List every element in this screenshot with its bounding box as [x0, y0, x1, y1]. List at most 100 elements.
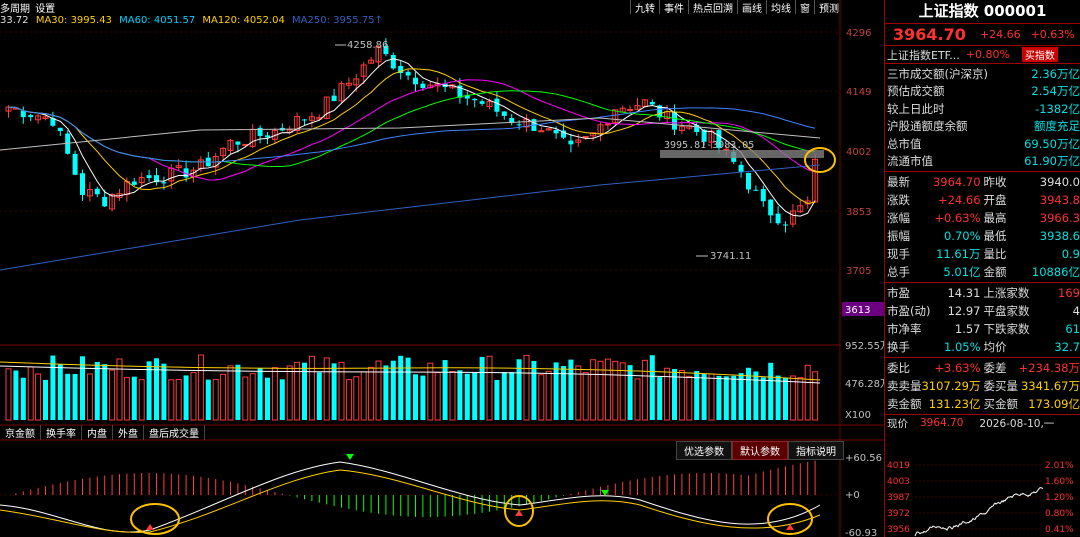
quote-value: 3938.6 — [1039, 229, 1080, 243]
quote-value: 1.57 — [954, 322, 981, 336]
volume-bar — [20, 377, 26, 420]
quote-value: 0.9 — [1061, 247, 1080, 261]
high-annotation: 4258.86 — [347, 40, 388, 51]
etf-label[interactable]: 上证指数ETF... — [887, 47, 960, 63]
volume-bar — [509, 372, 515, 420]
quote-value: 169 — [1058, 286, 1080, 300]
volume-bar — [368, 366, 375, 421]
chart-toolbar: 九转 事件 热点回溯 画线 均线 窗 预测 — [630, 0, 843, 15]
candle-body — [265, 135, 270, 138]
volume-bar — [582, 372, 589, 421]
candle-body — [760, 189, 766, 202]
volume-bar — [716, 375, 722, 420]
macd-axis-label: +0 — [845, 490, 860, 501]
mini-left-axis-label: 3972 — [887, 509, 910, 519]
quote-value: 3107.29万 — [921, 379, 981, 393]
vol-tab-afterhours[interactable]: 盘后成交量 — [144, 425, 205, 440]
candle-body — [72, 153, 78, 175]
quote-row: 总手 5.01亿 金额 10886亿 — [885, 263, 1080, 281]
toolbar-hotspot[interactable]: 热点回溯 — [688, 0, 737, 15]
intraday-mini-chart[interactable]: 4019 4003 3987 3972 3956 2.01% 1.60% 1.20% 0.80%… — [885, 456, 1080, 537]
mini-right-axis-label: 1.20% — [1045, 493, 1074, 503]
settings-tab[interactable]: 设置 — [35, 4, 55, 15]
volume-axis-label: X100 — [845, 410, 871, 421]
quote-row: 委比 +3.63% 委差 +234.38万 — [885, 359, 1080, 377]
candle-body — [413, 77, 418, 85]
volume-bar — [472, 372, 478, 420]
price-change-pct: +0.63% — [1030, 28, 1075, 41]
candle-body — [753, 189, 759, 191]
volume-bar — [175, 379, 182, 421]
candle-body — [494, 98, 500, 112]
volume-bar — [789, 375, 796, 421]
toolbar-events[interactable]: 事件 — [659, 0, 688, 15]
macd-tab-default[interactable]: 默认参数 — [732, 441, 788, 460]
macd-tab-optimized[interactable]: 优选参数 — [676, 441, 732, 460]
quote-value: 3964.70 — [932, 175, 981, 189]
quote-row: 卖卖量 3107.29万 委买量 3341.67万 — [885, 377, 1080, 395]
volume-bar — [168, 379, 175, 421]
volume-bar — [641, 359, 648, 421]
etf-change-pct: +0.80% — [965, 48, 1010, 61]
mini-date: 2026-08-10,一 — [979, 417, 1055, 430]
quote-label: 最低 — [983, 229, 1007, 243]
volume-bar — [531, 360, 537, 420]
candle-body — [131, 181, 137, 185]
quote-row: 市净率 1.57 下跌家数 61 — [885, 320, 1080, 338]
toolbar-predict[interactable]: 预测 — [814, 0, 843, 15]
quote-label: 委差 — [983, 361, 1007, 375]
vol-tab-turnover[interactable]: 换手率 — [41, 425, 82, 440]
volume-bar — [523, 354, 530, 421]
multi-period-tab[interactable]: 多周期 — [0, 4, 30, 15]
quote-value: 131.23亿 — [928, 397, 981, 411]
quote-value: 4 — [1072, 304, 1080, 318]
quote-row: 最新 3964.70 昨收 3940.0 — [885, 173, 1080, 191]
volume-bar — [316, 372, 322, 420]
gap-annotation: 3995.81-3983.05 — [664, 140, 754, 151]
vol-tab-inner[interactable]: 内盘 — [82, 425, 113, 440]
volume-bar — [308, 355, 315, 421]
volume-axis-label: 476.28万 — [845, 379, 884, 390]
candle-body — [28, 115, 34, 118]
volume-bar — [190, 372, 197, 421]
quote-row: 涨幅 +0.63% 最高 3966.3 — [885, 209, 1080, 227]
kline-chart-area[interactable]: 4296 4149 4002 3853 3705 3613 3995.81-3983.05 4… — [0, 0, 884, 537]
summary-row: 沪股通额度余额 额度充足 — [887, 119, 1080, 134]
quote-info-panel: 上证指数 000001 3964.70 +24.66 +0.63% 上证指数ET… — [884, 0, 1080, 537]
volume-axis-label: 952.55万 — [845, 341, 884, 352]
mini-right-axis-label: 0.41% — [1045, 525, 1074, 535]
candle-body — [80, 173, 85, 195]
vol-tab-outer[interactable]: 外盘 — [113, 425, 144, 440]
toolbar-jiuzhuan[interactable]: 九转 — [630, 0, 659, 15]
volume-bar — [686, 375, 693, 421]
volume-bar — [116, 358, 123, 421]
quote-label: 总手 — [887, 265, 910, 279]
quote-block-2: 市盈 14.31 上涨家数 169 市盈(动) 12.97 平盘家数 4 市净率 1.57 下跌家数… — [885, 283, 1080, 358]
quote-label: 委买量 — [983, 379, 1019, 393]
volume-bar — [131, 376, 137, 420]
volume-bar — [286, 365, 293, 421]
volume-bar — [494, 379, 500, 420]
toolbar-window[interactable]: 窗 — [795, 0, 814, 15]
candle-body — [94, 188, 100, 195]
buy-signal-arrow — [515, 510, 523, 516]
volume-bar — [72, 373, 78, 420]
volume-bar — [479, 356, 485, 420]
macd-tab-help[interactable]: 指标说明 — [788, 441, 844, 460]
volume-bar — [353, 376, 360, 421]
mini-price: 3964.70 — [920, 417, 964, 429]
buy-index-button[interactable]: 买指数 — [1021, 47, 1058, 62]
volume-bar — [227, 365, 234, 421]
quote-label: 均价 — [983, 340, 1007, 354]
toolbar-draw[interactable]: 画线 — [737, 0, 766, 15]
volume-bar — [723, 376, 729, 420]
volume-bar — [398, 355, 404, 420]
volume-bar — [249, 373, 256, 421]
toolbar-ma[interactable]: 均线 — [766, 0, 795, 15]
candle-body — [604, 123, 611, 126]
ma-legend-ma60: MA60: 4051.57 — [119, 15, 196, 26]
quote-label: 卖卖量 — [887, 379, 922, 393]
vol-tab-amount[interactable]: 京金额 — [0, 425, 41, 440]
volume-bar — [768, 362, 774, 420]
candle-body — [783, 224, 788, 226]
